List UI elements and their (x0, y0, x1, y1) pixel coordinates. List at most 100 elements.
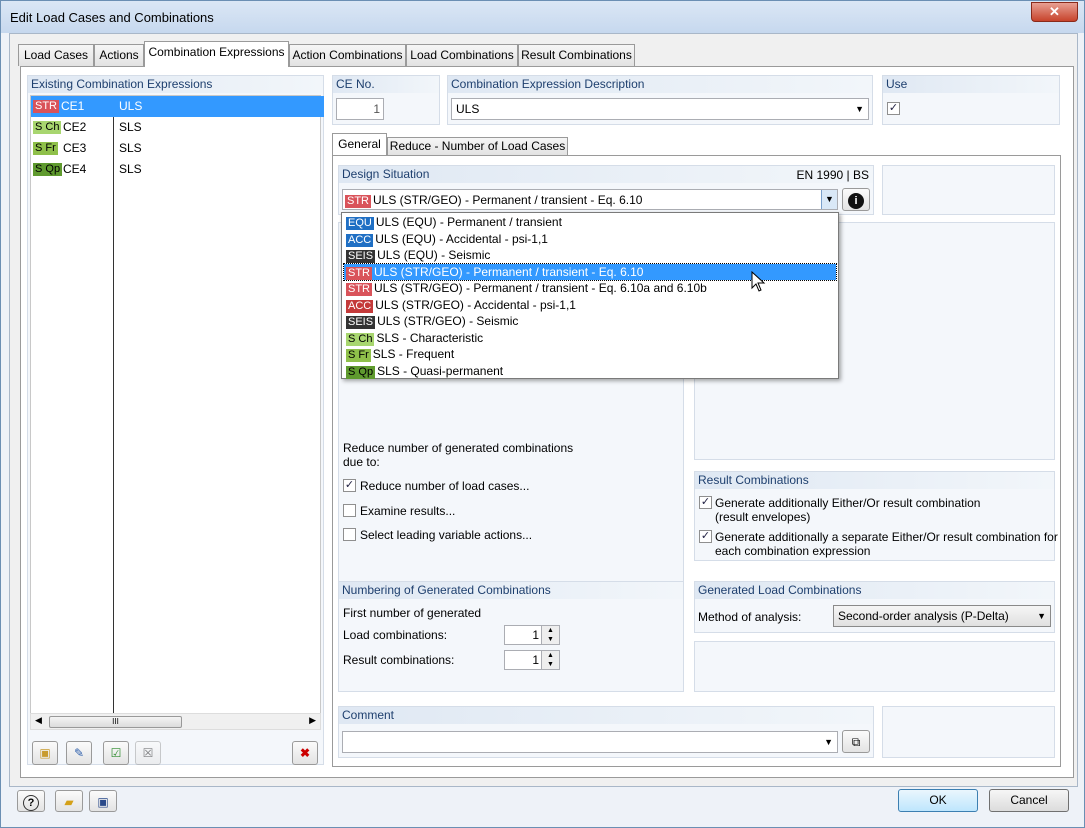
comment-library-button[interactable]: ⧉ (842, 730, 870, 753)
blank-bottom-right (694, 641, 1055, 692)
spinner-arrows-icon[interactable]: ▲ ▼ (541, 626, 559, 644)
help-icon: ? (23, 795, 39, 811)
dialog-window: Edit Load Cases and Combinations ✕ Load … (0, 0, 1085, 828)
tab-result-combinations[interactable]: Result Combinations (518, 44, 635, 66)
comment-label: Comment (339, 707, 873, 724)
separate-either-or-sub: each combination expression (715, 544, 871, 558)
ce-no-field[interactable]: 1 (336, 98, 384, 120)
check-list-icon: ☑ (110, 746, 122, 760)
generated-group: Generated Load Combinations Method of an… (694, 581, 1055, 633)
method-select[interactable]: Second-order analysis (P-Delta) ▼ (833, 605, 1051, 627)
list-item[interactable]: S Fr CE3 SLS (31, 138, 324, 159)
horizontal-scrollbar[interactable]: ◀ III ▶ (30, 713, 321, 730)
numbering-group: Numbering of Generated Combinations Firs… (338, 581, 684, 692)
description-combobox[interactable]: ULS ▼ (451, 98, 869, 120)
tab-actions[interactable]: Actions (94, 44, 144, 66)
design-situation-combobox[interactable]: STR ULS (STR/GEO) - Permanent / transient… (342, 189, 838, 210)
leading-actions-checkbox[interactable] (343, 528, 356, 541)
reduce-intro2: due to: (343, 455, 380, 469)
tab-load-combinations[interactable]: Load Combinations (406, 44, 518, 66)
design-situation-group: Design Situation EN 1990 | BS STR ULS (ST… (338, 165, 874, 215)
either-or-label: Generate additionally Either/Or result c… (715, 496, 981, 510)
subtab-reduce[interactable]: Reduce - Number of Load Cases (387, 137, 568, 155)
result-combinations-num-label: Result combinations: (343, 653, 455, 667)
use-group: Use ✓ (882, 75, 1060, 125)
ok-button[interactable]: OK (898, 789, 978, 812)
dialog-body: Load Cases Actions Combination Expressio… (9, 33, 1078, 787)
library-icon: ⧉ (851, 735, 861, 749)
examine-results-label: Examine results... (360, 504, 456, 518)
chevron-down-icon[interactable]: ▼ (1037, 606, 1046, 626)
dropdown-option[interactable]: SEIS ULS (EQU) - Seismic (344, 247, 836, 264)
examine-results-checkbox[interactable] (343, 504, 356, 517)
combination-expressions-panel: Existing Combination Expressions STR CE1… (20, 66, 1074, 778)
comment-field[interactable]: ▼ (342, 731, 838, 753)
help-button[interactable]: ? (17, 790, 45, 812)
ce-no-group: CE No. 1 (332, 75, 440, 125)
dropdown-option[interactable]: S Qp SLS - Quasi-permanent (344, 363, 836, 380)
empty-right-box (882, 165, 1055, 215)
existing-header: Existing Combination Expressions (28, 76, 323, 93)
leading-actions-label: Select leading variable actions... (360, 528, 533, 542)
chevron-down-icon[interactable]: ▼ (855, 99, 864, 119)
dropdown-option[interactable]: EQU ULS (EQU) - Permanent / transient (344, 214, 836, 231)
use-label: Use (883, 76, 1059, 93)
either-or-checkbox[interactable]: ✓ (699, 496, 712, 509)
title-bar: Edit Load Cases and Combinations ✕ (1, 1, 1084, 33)
rename-button[interactable]: ✎ (66, 741, 92, 765)
subtab-general[interactable]: General (332, 133, 387, 155)
reduce-load-cases-label: Reduce number of load cases... (360, 479, 530, 493)
comment-group: Comment ▼ ⧉ (338, 706, 874, 758)
folder-icon: ▰ (64, 795, 74, 809)
design-situation-label: Design Situation (339, 166, 873, 183)
result-combinations-spinner[interactable]: 1 ▲ ▼ (504, 650, 560, 670)
reduce-intro: Reduce number of generated combinations (343, 441, 574, 455)
dropdown-option[interactable]: S Ch SLS - Characteristic (344, 330, 836, 347)
separate-either-or-checkbox[interactable]: ✓ (699, 530, 712, 543)
check-button[interactable]: ☑ (103, 741, 129, 765)
existing-expressions-group: Existing Combination Expressions STR CE1… (27, 75, 324, 765)
scroll-left-icon[interactable]: ◀ (35, 715, 42, 726)
load-combinations-spinner[interactable]: 1 ▲ ▼ (504, 625, 560, 645)
delete-icon: ✖ (299, 746, 311, 760)
separate-either-or-label: Generate additionally a separate Either/… (715, 530, 1058, 544)
chevron-down-icon[interactable]: ▼ (824, 732, 833, 752)
cancel-button[interactable]: Cancel (989, 789, 1069, 812)
tab-combination-expressions[interactable]: Combination Expressions (144, 41, 289, 67)
list-item[interactable]: S Ch CE2 SLS (31, 117, 324, 138)
list-item[interactable]: S Qp CE4 SLS (31, 159, 324, 180)
numbering-label: Numbering of Generated Combinations (339, 582, 683, 599)
save-button[interactable]: ▣ (89, 790, 117, 812)
first-number-label: First number of generated (343, 606, 482, 620)
tab-load-cases[interactable]: Load Cases (18, 44, 94, 66)
mouse-cursor-icon (751, 271, 766, 292)
spinner-arrows-icon[interactable]: ▲ ▼ (541, 651, 559, 669)
delete-selected-button[interactable]: ☒ (135, 741, 161, 765)
result-combinations-label: Result Combinations (695, 472, 1054, 489)
use-checkbox[interactable]: ✓ (887, 102, 900, 115)
description-label: Combination Expression Description (448, 76, 872, 93)
dropdown-option[interactable]: ACC ULS (STR/GEO) - Accidental - psi-1,1 (344, 297, 836, 314)
new-expression-button[interactable]: ▣ (32, 741, 58, 765)
dropdown-option[interactable]: S Fr SLS - Frequent (344, 346, 836, 363)
info-button[interactable]: i (842, 188, 870, 211)
dropdown-option[interactable]: ACC ULS (EQU) - Accidental - psi-1,1 (344, 231, 836, 248)
delete-list-icon: ☒ (142, 746, 154, 760)
reduce-load-cases-checkbox[interactable]: ✓ (343, 479, 356, 492)
scroll-right-icon[interactable]: ▶ (309, 715, 316, 726)
tab-action-combinations[interactable]: Action Combinations (289, 44, 406, 66)
new-icon: ▣ (39, 746, 51, 760)
delete-all-button[interactable]: ✖ (292, 741, 318, 765)
open-button[interactable]: ▰ (55, 790, 83, 812)
chevron-down-icon[interactable]: ▼ (821, 190, 837, 209)
result-combinations-group: Result Combinations ✓ Generate additiona… (694, 471, 1058, 561)
ce-no-label: CE No. (333, 76, 439, 93)
dropdown-option[interactable]: SEIS ULS (STR/GEO) - Seismic (344, 313, 836, 330)
design-situation-dropdown[interactable]: EQU ULS (EQU) - Permanent / transient ACC… (341, 212, 839, 379)
window-title: Edit Load Cases and Combinations (10, 10, 214, 25)
expressions-list: STR CE1 ULS S Ch CE2 SLS S Fr CE3 SLS S … (30, 95, 324, 716)
list-item[interactable]: STR CE1 ULS (31, 96, 324, 117)
scroll-thumb[interactable]: III (49, 716, 182, 728)
load-combinations-label: Load combinations: (343, 628, 448, 642)
close-button[interactable]: ✕ (1031, 2, 1078, 22)
